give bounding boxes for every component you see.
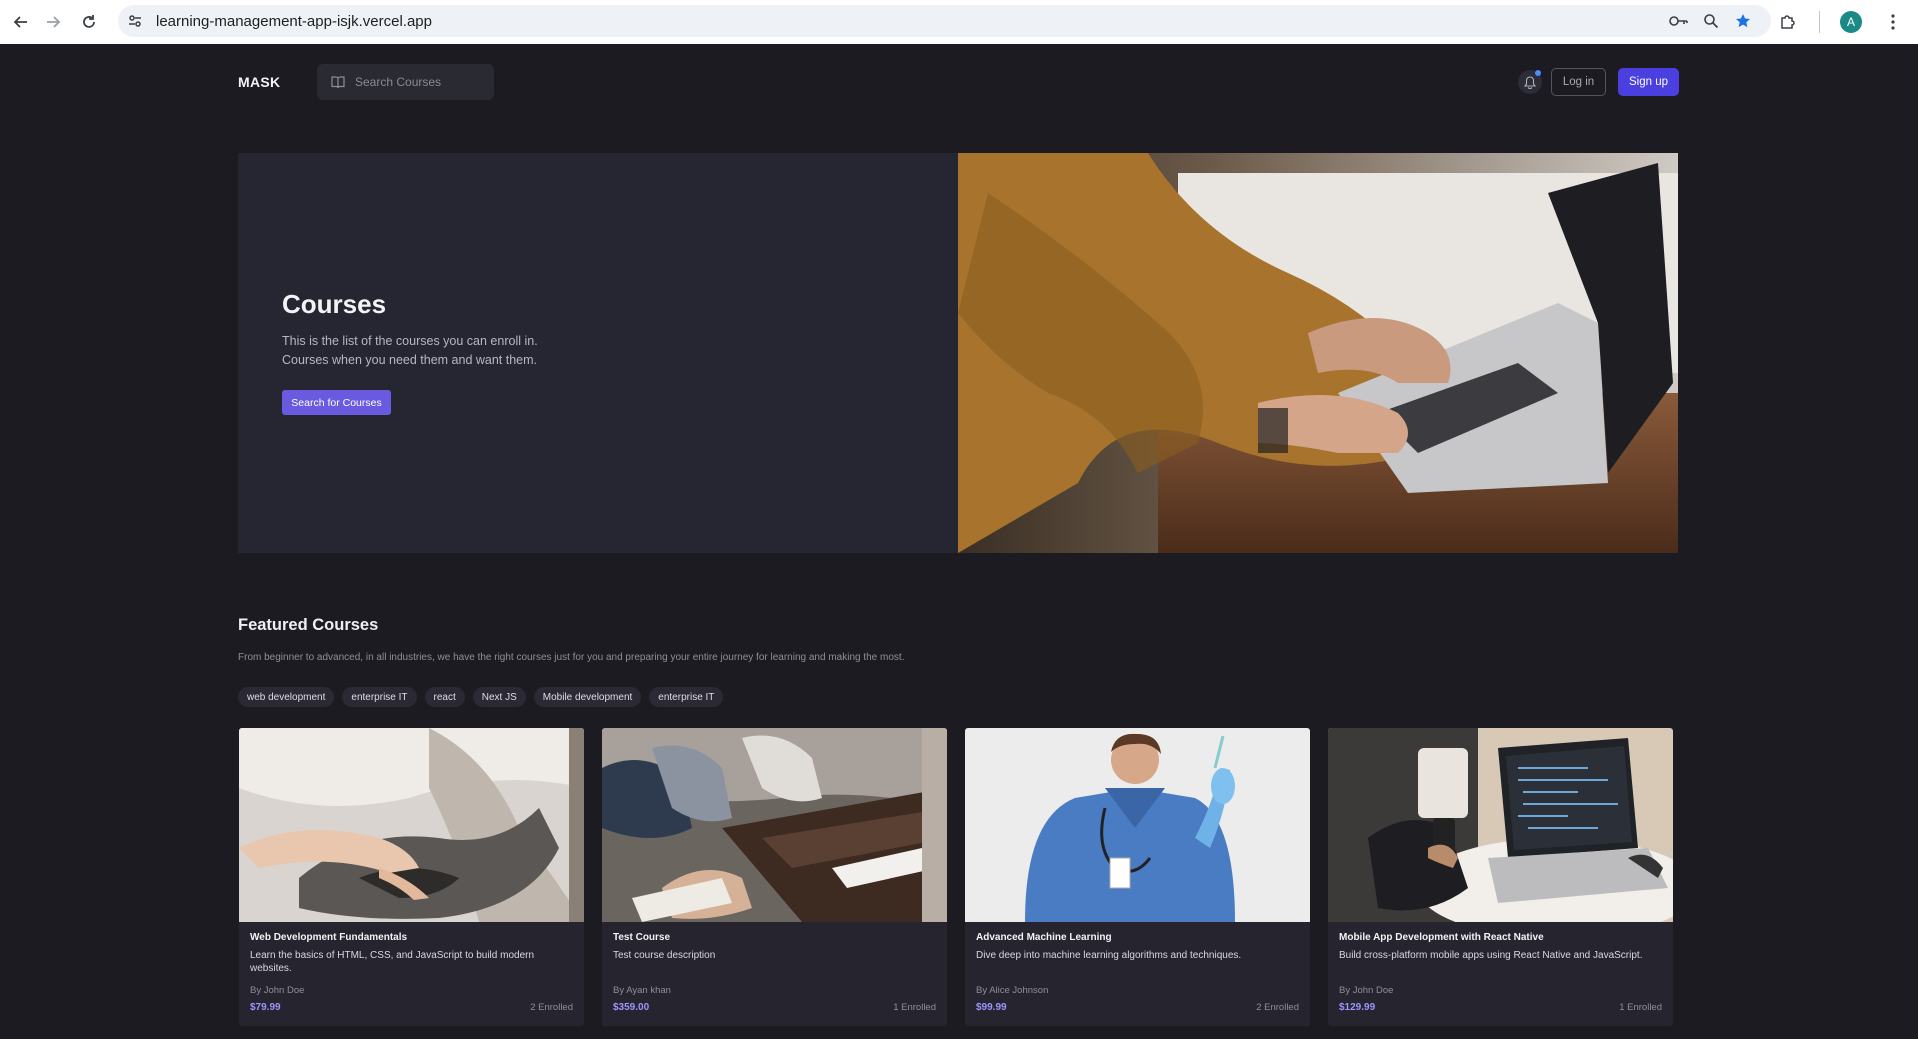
- hero-image-laptop-typing: [958, 153, 1678, 553]
- tag-list: web development enterprise IT react Next…: [238, 687, 1678, 707]
- book-icon: [331, 75, 345, 89]
- tag-chip[interactable]: react: [424, 687, 465, 707]
- tag-chip[interactable]: Next JS: [472, 687, 526, 707]
- hero-title: Courses: [282, 289, 387, 319]
- course-title[interactable]: Test Course: [613, 932, 936, 943]
- search-for-courses-button[interactable]: Search for Courses: [282, 390, 391, 415]
- extensions-icon[interactable]: [1777, 11, 1799, 33]
- tag-chip[interactable]: web development: [238, 687, 335, 707]
- search-courses-input[interactable]: [355, 75, 485, 89]
- hero-section: Courses This is the list of the courses …: [238, 153, 1678, 553]
- course-description: Learn the basics of HTML, CSS, and JavaS…: [250, 950, 535, 974]
- search-courses-box[interactable]: [317, 64, 494, 100]
- browser-toolbar: learning-management-app-isjk.vercel.app …: [0, 0, 1918, 44]
- password-key-icon[interactable]: [1669, 11, 1689, 31]
- course-description: Test course description: [613, 950, 716, 961]
- bookmark-star-icon[interactable]: [1733, 11, 1753, 31]
- course-card[interactable]: Web Development Fundamentals Learn the b…: [239, 728, 584, 1026]
- page-content: MASK Log in Sign up Courses This is the …: [0, 44, 1918, 1039]
- course-enrolled-count: 2 Enrolled: [530, 1002, 573, 1013]
- hero-description: This is the list of the courses you can …: [282, 334, 538, 367]
- course-image-cat: [239, 728, 584, 922]
- course-price: $129.99: [1339, 1002, 1376, 1013]
- course-card-body: Web Development Fundamentals Learn the b…: [250, 932, 573, 975]
- profile-avatar[interactable]: A: [1840, 11, 1862, 33]
- url-text[interactable]: learning-management-app-isjk.vercel.app: [156, 13, 432, 30]
- login-button[interactable]: Log in: [1551, 68, 1606, 96]
- site-settings-icon[interactable]: [126, 12, 144, 30]
- course-price: $79.99: [250, 1002, 281, 1013]
- course-card[interactable]: Advanced Machine Learning Dive deep into…: [965, 728, 1310, 1026]
- course-author: By John Doe: [1339, 985, 1394, 996]
- site-logo[interactable]: MASK: [238, 74, 280, 90]
- course-image-laptop-code: [1328, 728, 1673, 922]
- zoom-icon[interactable]: [1701, 11, 1721, 31]
- notification-bell-icon[interactable]: [1518, 70, 1542, 94]
- course-image-doctor: [965, 728, 1310, 922]
- tag-chip[interactable]: enterprise IT: [649, 687, 724, 707]
- course-card-body: Mobile App Development with React Native…: [1339, 932, 1662, 962]
- course-title[interactable]: Web Development Fundamentals: [250, 932, 573, 943]
- course-author: By John Doe: [250, 985, 305, 996]
- course-title[interactable]: Mobile App Development with React Native: [1339, 932, 1662, 943]
- featured-courses-section: Featured Courses From beginner to advanc…: [238, 616, 1678, 707]
- course-card-body: Test Course Test course description: [613, 932, 936, 962]
- site-navbar: MASK Log in Sign up: [238, 64, 1679, 100]
- reload-icon[interactable]: [78, 11, 100, 33]
- course-image-classroom: [602, 728, 947, 922]
- signup-button[interactable]: Sign up: [1618, 68, 1679, 96]
- tag-chip[interactable]: enterprise IT: [342, 687, 417, 707]
- course-card-body: Advanced Machine Learning Dive deep into…: [976, 932, 1299, 962]
- back-icon[interactable]: [10, 11, 32, 33]
- course-description: Build cross-platform mobile apps using R…: [1339, 950, 1643, 961]
- course-card-grid: Web Development Fundamentals Learn the b…: [239, 728, 1679, 1026]
- tag-chip[interactable]: Mobile development: [533, 687, 642, 707]
- menu-kebab-icon[interactable]: [1882, 11, 1904, 33]
- course-enrolled-count: 1 Enrolled: [893, 1002, 936, 1013]
- course-price: $99.99: [976, 1002, 1007, 1013]
- course-card[interactable]: Test Course Test course description By A…: [602, 728, 947, 1026]
- course-author: By Alice Johnson: [976, 985, 1049, 996]
- featured-title: Featured Courses: [238, 616, 379, 634]
- notification-dot: [1535, 70, 1541, 76]
- address-bar[interactable]: learning-management-app-isjk.vercel.app: [118, 5, 1771, 37]
- course-enrolled-count: 2 Enrolled: [1256, 1002, 1299, 1013]
- separator: [1819, 11, 1820, 33]
- course-price: $359.00: [613, 1002, 650, 1013]
- course-enrolled-count: 1 Enrolled: [1619, 1002, 1662, 1013]
- forward-icon[interactable]: [42, 11, 64, 33]
- course-title[interactable]: Advanced Machine Learning: [976, 932, 1299, 943]
- featured-description: From beginner to advanced, in all indust…: [238, 652, 905, 663]
- course-card[interactable]: Mobile App Development with React Native…: [1328, 728, 1673, 1026]
- course-description: Dive deep into machine learning algorith…: [976, 950, 1242, 961]
- hero-text-block: Courses This is the list of the courses …: [282, 289, 582, 415]
- course-author: By Ayan khan: [613, 985, 671, 996]
